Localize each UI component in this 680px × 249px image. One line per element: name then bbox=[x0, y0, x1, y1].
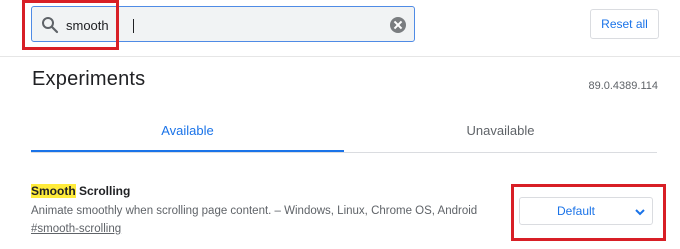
version-label: 89.0.4389.114 bbox=[588, 80, 658, 92]
search-match-highlight: Smooth bbox=[31, 184, 76, 198]
flag-state-value: Default bbox=[556, 204, 596, 218]
search-box[interactable] bbox=[31, 6, 415, 42]
flag-title-rest: Scrolling bbox=[75, 184, 131, 198]
tab-unavailable[interactable]: Unavailable bbox=[344, 114, 657, 152]
flag-description: Animate smoothly when scrolling page con… bbox=[31, 205, 478, 217]
search-input[interactable] bbox=[66, 15, 386, 35]
flag-title: Smooth Scrolling bbox=[31, 184, 130, 198]
tab-bar: Available Unavailable bbox=[31, 114, 657, 153]
header-bar: Reset all bbox=[0, 0, 680, 57]
flag-state-select[interactable]: Default bbox=[519, 197, 653, 225]
reset-all-button[interactable]: Reset all bbox=[590, 9, 659, 39]
page-title: Experiments bbox=[32, 68, 146, 90]
tab-available[interactable]: Available bbox=[31, 114, 344, 152]
flags-page: Reset all Experiments 89.0.4389.114 Avai… bbox=[0, 0, 680, 249]
search-icon bbox=[42, 17, 59, 34]
clear-icon[interactable] bbox=[390, 17, 406, 33]
text-caret bbox=[133, 19, 134, 33]
chevron-down-icon bbox=[635, 209, 645, 216]
flag-permalink[interactable]: #smooth-scrolling bbox=[31, 223, 121, 235]
